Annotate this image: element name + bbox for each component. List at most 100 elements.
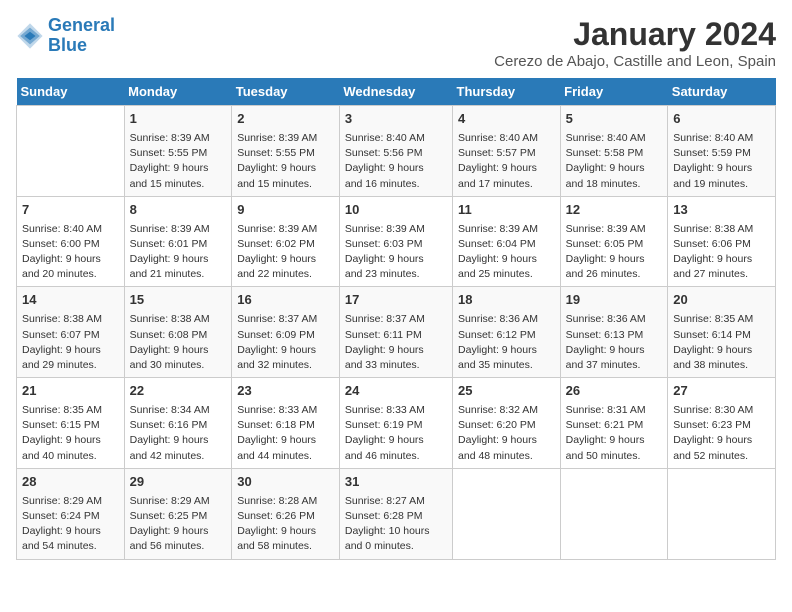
calendar-cell [453, 468, 561, 559]
week-row-1: 1 Sunrise: 8:39 AM Sunset: 5:55 PM Daylig… [17, 106, 776, 197]
day-info: Sunrise: 8:38 AM Sunset: 6:08 PM Dayligh… [130, 312, 227, 373]
calendar-cell: 12 Sunrise: 8:39 AM Sunset: 6:05 PM Dayli… [560, 196, 668, 287]
day-info: Sunrise: 8:27 AM Sunset: 6:28 PM Dayligh… [345, 494, 447, 555]
day-number: 19 [566, 291, 663, 310]
day-info: Sunrise: 8:29 AM Sunset: 6:24 PM Dayligh… [22, 494, 119, 555]
calendar-cell: 1 Sunrise: 8:39 AM Sunset: 5:55 PM Daylig… [124, 106, 232, 197]
day-number: 18 [458, 291, 555, 310]
day-info: Sunrise: 8:39 AM Sunset: 5:55 PM Dayligh… [237, 131, 334, 192]
calendar-cell: 10 Sunrise: 8:39 AM Sunset: 6:03 PM Dayli… [339, 196, 452, 287]
calendar-cell: 27Sunrise: 8:30 AM Sunset: 6:23 PM Dayli… [668, 378, 776, 469]
day-info: Sunrise: 8:40 AM Sunset: 5:58 PM Dayligh… [566, 131, 663, 192]
header-cell-tuesday: Tuesday [232, 78, 340, 106]
day-info: Sunrise: 8:40 AM Sunset: 5:57 PM Dayligh… [458, 131, 555, 192]
calendar-cell: 18 Sunrise: 8:36 AM Sunset: 6:12 PM Dayli… [453, 287, 561, 378]
day-info: Sunrise: 8:37 AM Sunset: 6:09 PM Dayligh… [237, 312, 334, 373]
title-area: January 2024 Cerezo de Abajo, Castille a… [494, 16, 776, 70]
calendar-cell: 21 Sunrise: 8:35 AM Sunset: 6:15 PM Dayli… [17, 378, 125, 469]
day-number: 30 [237, 473, 334, 492]
day-info: Sunrise: 8:35 AM Sunset: 6:15 PM Dayligh… [22, 403, 119, 464]
day-info: Sunrise: 8:31 AM Sunset: 6:21 PM Dayligh… [566, 403, 663, 464]
logo-line2: Blue [48, 35, 87, 55]
header-cell-monday: Monday [124, 78, 232, 106]
calendar-cell: 2 Sunrise: 8:39 AM Sunset: 5:55 PM Daylig… [232, 106, 340, 197]
day-info: Sunrise: 8:33 AM Sunset: 6:18 PM Dayligh… [237, 403, 334, 464]
logo-icon [16, 22, 44, 50]
logo-text: General Blue [48, 16, 115, 56]
day-number: 8 [130, 201, 227, 220]
day-info: Sunrise: 8:36 AM Sunset: 6:12 PM Dayligh… [458, 312, 555, 373]
header-cell-friday: Friday [560, 78, 668, 106]
day-info: Sunrise: 8:36 AM Sunset: 6:13 PM Dayligh… [566, 312, 663, 373]
calendar-cell: 9 Sunrise: 8:39 AM Sunset: 6:02 PM Daylig… [232, 196, 340, 287]
day-number: 4 [458, 110, 555, 129]
calendar-cell [560, 468, 668, 559]
header-cell-thursday: Thursday [453, 78, 561, 106]
day-info: Sunrise: 8:38 AM Sunset: 6:06 PM Dayligh… [673, 222, 770, 283]
day-number: 20 [673, 291, 770, 310]
calendar-cell: 30 Sunrise: 8:28 AM Sunset: 6:26 PM Dayli… [232, 468, 340, 559]
day-info: Sunrise: 8:28 AM Sunset: 6:26 PM Dayligh… [237, 494, 334, 555]
day-info: Sunrise: 8:40 AM Sunset: 5:56 PM Dayligh… [345, 131, 447, 192]
calendar-cell: 24 Sunrise: 8:33 AM Sunset: 6:19 PM Dayli… [339, 378, 452, 469]
day-number: 2 [237, 110, 334, 129]
day-number: 15 [130, 291, 227, 310]
week-row-4: 21 Sunrise: 8:35 AM Sunset: 6:15 PM Dayli… [17, 378, 776, 469]
day-number: 14 [22, 291, 119, 310]
calendar-cell: 11 Sunrise: 8:39 AM Sunset: 6:04 PM Dayli… [453, 196, 561, 287]
day-number: 1 [130, 110, 227, 129]
calendar-subtitle: Cerezo de Abajo, Castille and Leon, Spai… [494, 53, 776, 70]
day-number: 26 [566, 382, 663, 401]
day-info: Sunrise: 8:40 AM Sunset: 6:00 PM Dayligh… [22, 222, 119, 283]
calendar-cell: 8Sunrise: 8:39 AM Sunset: 6:01 PM Daylig… [124, 196, 232, 287]
day-info: Sunrise: 8:35 AM Sunset: 6:14 PM Dayligh… [673, 312, 770, 373]
week-row-5: 28Sunrise: 8:29 AM Sunset: 6:24 PM Dayli… [17, 468, 776, 559]
day-number: 31 [345, 473, 447, 492]
calendar-cell: 20 Sunrise: 8:35 AM Sunset: 6:14 PM Dayli… [668, 287, 776, 378]
day-number: 11 [458, 201, 555, 220]
header-row: SundayMondayTuesdayWednesdayThursdayFrid… [17, 78, 776, 106]
day-number: 13 [673, 201, 770, 220]
day-number: 17 [345, 291, 447, 310]
day-info: Sunrise: 8:40 AM Sunset: 5:59 PM Dayligh… [673, 131, 770, 192]
calendar-cell: 7 Sunrise: 8:40 AM Sunset: 6:00 PM Daylig… [17, 196, 125, 287]
calendar-title: January 2024 [494, 16, 776, 53]
logo: General Blue [16, 16, 115, 56]
day-number: 23 [237, 382, 334, 401]
week-row-3: 14Sunrise: 8:38 AM Sunset: 6:07 PM Dayli… [17, 287, 776, 378]
day-info: Sunrise: 8:39 AM Sunset: 6:04 PM Dayligh… [458, 222, 555, 283]
calendar-cell: 16 Sunrise: 8:37 AM Sunset: 6:09 PM Dayli… [232, 287, 340, 378]
day-info: Sunrise: 8:39 AM Sunset: 6:05 PM Dayligh… [566, 222, 663, 283]
day-number: 25 [458, 382, 555, 401]
header-cell-sunday: Sunday [17, 78, 125, 106]
calendar-cell: 5Sunrise: 8:40 AM Sunset: 5:58 PM Daylig… [560, 106, 668, 197]
day-number: 10 [345, 201, 447, 220]
page-header: General Blue January 2024 Cerezo de Abaj… [16, 16, 776, 70]
calendar-cell: 6 Sunrise: 8:40 AM Sunset: 5:59 PM Daylig… [668, 106, 776, 197]
calendar-cell: 14Sunrise: 8:38 AM Sunset: 6:07 PM Dayli… [17, 287, 125, 378]
day-number: 16 [237, 291, 334, 310]
header-cell-saturday: Saturday [668, 78, 776, 106]
calendar-cell: 23 Sunrise: 8:33 AM Sunset: 6:18 PM Dayli… [232, 378, 340, 469]
calendar-cell: 4 Sunrise: 8:40 AM Sunset: 5:57 PM Daylig… [453, 106, 561, 197]
day-number: 7 [22, 201, 119, 220]
day-number: 6 [673, 110, 770, 129]
calendar-cell: 25Sunrise: 8:32 AM Sunset: 6:20 PM Dayli… [453, 378, 561, 469]
calendar-cell: 17Sunrise: 8:37 AM Sunset: 6:11 PM Dayli… [339, 287, 452, 378]
day-number: 9 [237, 201, 334, 220]
calendar-cell: 3Sunrise: 8:40 AM Sunset: 5:56 PM Daylig… [339, 106, 452, 197]
day-info: Sunrise: 8:39 AM Sunset: 6:03 PM Dayligh… [345, 222, 447, 283]
calendar-cell: 19 Sunrise: 8:36 AM Sunset: 6:13 PM Dayli… [560, 287, 668, 378]
day-info: Sunrise: 8:30 AM Sunset: 6:23 PM Dayligh… [673, 403, 770, 464]
day-info: Sunrise: 8:29 AM Sunset: 6:25 PM Dayligh… [130, 494, 227, 555]
day-number: 21 [22, 382, 119, 401]
calendar-cell: 29Sunrise: 8:29 AM Sunset: 6:25 PM Dayli… [124, 468, 232, 559]
day-number: 12 [566, 201, 663, 220]
day-info: Sunrise: 8:39 AM Sunset: 5:55 PM Dayligh… [130, 131, 227, 192]
header-cell-wednesday: Wednesday [339, 78, 452, 106]
week-row-2: 7 Sunrise: 8:40 AM Sunset: 6:00 PM Daylig… [17, 196, 776, 287]
day-number: 24 [345, 382, 447, 401]
day-info: Sunrise: 8:33 AM Sunset: 6:19 PM Dayligh… [345, 403, 447, 464]
day-info: Sunrise: 8:39 AM Sunset: 6:02 PM Dayligh… [237, 222, 334, 283]
calendar-cell: 13 Sunrise: 8:38 AM Sunset: 6:06 PM Dayli… [668, 196, 776, 287]
